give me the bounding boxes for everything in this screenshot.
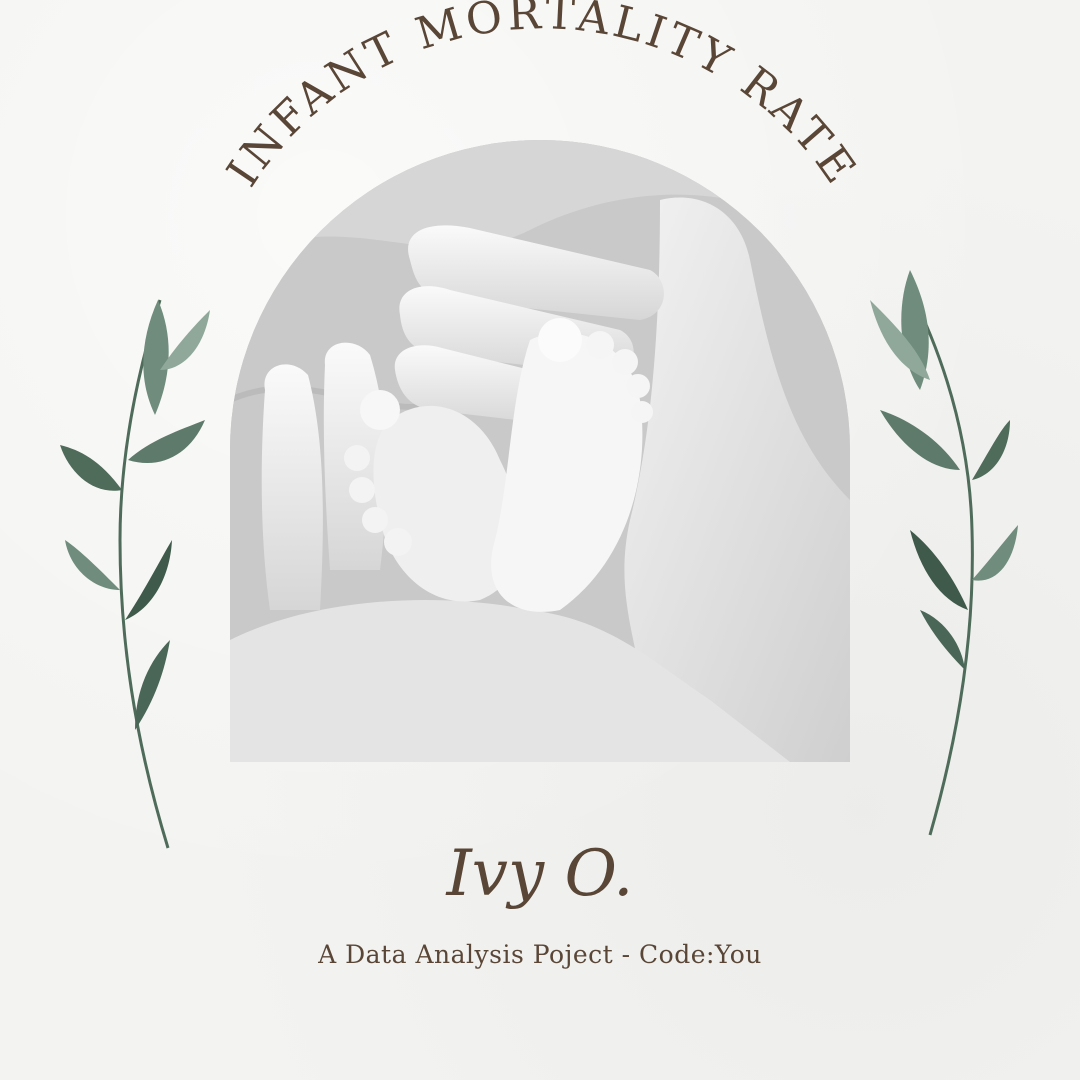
baby-feet-photo [230,140,850,762]
signature-text: Ivy O. [446,837,634,911]
subtitle: A Data Analysis Poject - Code:You [318,940,762,969]
signature-drawing: Ivy O. [446,837,634,911]
left-eucalyptus-branch-icon [60,299,210,849]
signature: Ivy O. [390,800,690,940]
poster-canvas: INFANT MORTALITY RATE [0,0,1080,1080]
hands-and-feet-illustration [230,140,850,762]
right-eucalyptus-branch-icon [870,270,1018,836]
